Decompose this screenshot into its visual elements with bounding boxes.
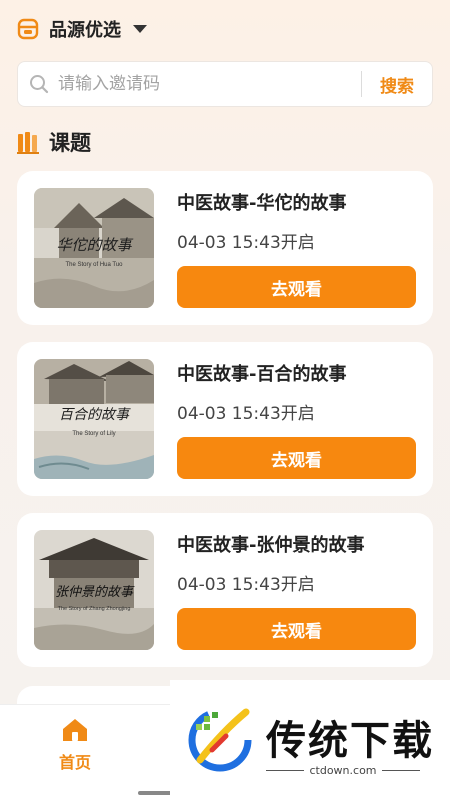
course-card[interactable]: 张仲景的故事 The Story of Zhang Zhongjing 中医故事… [17, 513, 433, 667]
thumb-caption: 华佗的故事 [56, 236, 133, 254]
course-thumbnail[interactable]: 张仲景的故事 The Story of Zhang Zhongjing [34, 530, 154, 650]
watermark-text: 传统下载 [266, 718, 434, 764]
thumb-caption: 张仲景的故事 [55, 585, 135, 600]
section-title: 课题 [49, 131, 91, 155]
course-card[interactable]: 华佗的故事 The Story of Hua Tuo 中医故事-华佗的故事 04… [17, 171, 433, 325]
course-thumbnail[interactable]: 百合的故事 The Story of Lily [34, 359, 154, 479]
course-time: 04-03 15:43开启 [177, 575, 315, 595]
watermark-logo-icon [188, 708, 252, 772]
course-title: 中医故事-华佗的故事 [177, 193, 347, 214]
search-icon [30, 75, 49, 94]
course-time: 04-03 15:43开启 [177, 233, 315, 253]
watch-button[interactable]: 去观看 [177, 608, 416, 650]
watch-button[interactable]: 去观看 [177, 266, 416, 308]
store-header[interactable]: 品源优选 [17, 14, 147, 44]
section-header: 课题 [17, 127, 91, 157]
course-thumbnail[interactable]: 华佗的故事 The Story of Hua Tuo [34, 188, 154, 308]
books-icon [17, 132, 39, 154]
nav-home[interactable]: 首页 [52, 717, 98, 773]
store-name: 品源优选 [49, 20, 121, 41]
course-thumbnail-art: 百合的故事 The Story of Lily [34, 359, 154, 479]
course-time: 04-03 15:43开启 [177, 404, 315, 424]
home-indicator [138, 791, 172, 795]
store-icon [17, 18, 39, 40]
watermark: 传统下载 ctdown.com [170, 680, 450, 800]
search-button[interactable]: 搜索 [362, 72, 432, 97]
thumb-caption: 百合的故事 [59, 407, 131, 423]
watch-button[interactable]: 去观看 [177, 437, 416, 479]
thumb-subcaption: The Story of Lily [72, 431, 115, 437]
watermark-sub: ctdown.com [266, 764, 420, 777]
invite-code-input[interactable] [50, 62, 361, 106]
course-thumbnail-art: 华佗的故事 The Story of Hua Tuo [34, 188, 154, 308]
course-card[interactable]: 百合的故事 The Story of Lily 中医故事-百合的故事 04-03… [17, 342, 433, 496]
course-title: 中医故事-百合的故事 [177, 364, 347, 385]
course-thumbnail-art: 张仲景的故事 The Story of Zhang Zhongjing [34, 530, 154, 650]
search-bar: 搜索 [17, 61, 433, 107]
chevron-down-icon[interactable] [133, 25, 147, 33]
thumb-subcaption: The Story of Zhang Zhongjing [58, 606, 131, 612]
watermark-url: ctdown.com [309, 764, 377, 777]
nav-home-label: 首页 [58, 753, 91, 772]
course-title: 中医故事-张仲景的故事 [177, 535, 365, 556]
thumb-subcaption: The Story of Hua Tuo [65, 262, 123, 268]
home-icon [63, 719, 87, 741]
